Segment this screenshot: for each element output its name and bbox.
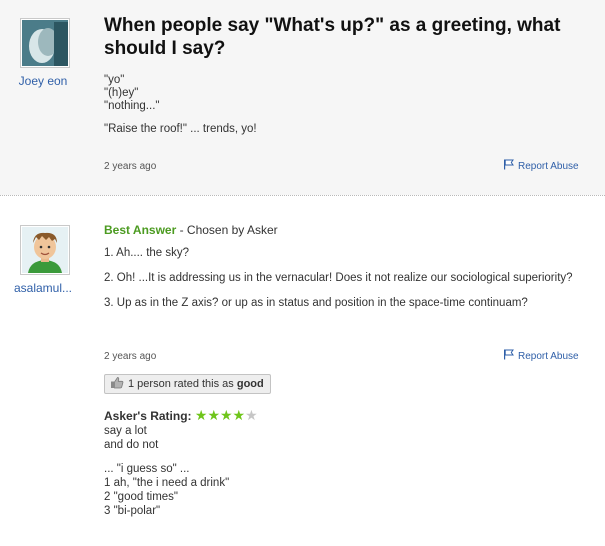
answer-point: 2. Oh! ...It is addressing us in the ver… (104, 272, 573, 284)
asker-avatar[interactable] (20, 18, 70, 68)
question-section: Joey eon When people say "What's up?" as… (0, 0, 605, 195)
comment-line: 1 ah, "the i need a drink" (104, 477, 230, 489)
question-body-line: "Raise the roof!" ... trends, yo! (104, 123, 257, 135)
asker-name[interactable]: Joey eon (12, 74, 74, 88)
askers-rating: Asker's Rating: ★★★★★ (104, 407, 258, 424)
comment-line: ... "i guess so" ... (104, 463, 190, 475)
report-abuse-label: Report Abuse (518, 160, 579, 172)
best-answer-header: Best Answer - Chosen by Asker (104, 223, 278, 237)
answerer-name[interactable]: asalamul... (6, 281, 80, 295)
chosen-by-text: - Chosen by Asker (176, 223, 278, 237)
answer-point: 3. Up as in the Z axis? or up as in stat… (104, 297, 528, 309)
answer-point: 1. Ah.... the sky? (104, 247, 190, 259)
comment-line: say a lot (104, 425, 147, 437)
askers-rating-label: Asker's Rating: (104, 409, 192, 423)
star-rating: ★★★★★ (195, 407, 258, 423)
rated-value: good (236, 378, 264, 390)
question-time: 2 years ago (104, 161, 157, 172)
question-report-abuse-link[interactable]: Report Abuse (503, 159, 579, 173)
answer-report-abuse-link[interactable]: Report Abuse (503, 349, 579, 363)
question-body: "yo" "(h)ey" "nothing..." "Raise the roo… (104, 74, 257, 136)
comment-line: 2 "good times" (104, 491, 179, 503)
flag-icon (503, 159, 514, 173)
star-icon: ★ (245, 407, 258, 423)
asker-comment: say a lot and do not ... "i guess so" ..… (104, 424, 229, 518)
report-abuse-label: Report Abuse (518, 350, 579, 362)
answerer-avatar[interactable] (20, 225, 70, 275)
answer-time: 2 years ago (104, 351, 157, 362)
question-body-line: "nothing..." (104, 100, 160, 112)
thumbs-up-icon (110, 376, 124, 392)
question-body-line: "(h)ey" (104, 87, 139, 99)
flag-icon (503, 349, 514, 363)
answer-body: 1. Ah.... the sky? 2. Oh! ...It is addre… (104, 246, 589, 321)
comment-line: and do not (104, 439, 159, 451)
best-answer-label: Best Answer (104, 223, 177, 237)
comment-line: 3 "bi-polar" (104, 505, 161, 517)
star-icon: ★★★★ (194, 407, 246, 423)
rated-good-button[interactable]: 1 person rated this as good (104, 374, 271, 394)
question-title: When people say "What's up?" as a greeti… (104, 15, 561, 59)
rated-text: 1 person rated this as good (128, 378, 264, 390)
question-body-line: "yo" (104, 74, 125, 86)
